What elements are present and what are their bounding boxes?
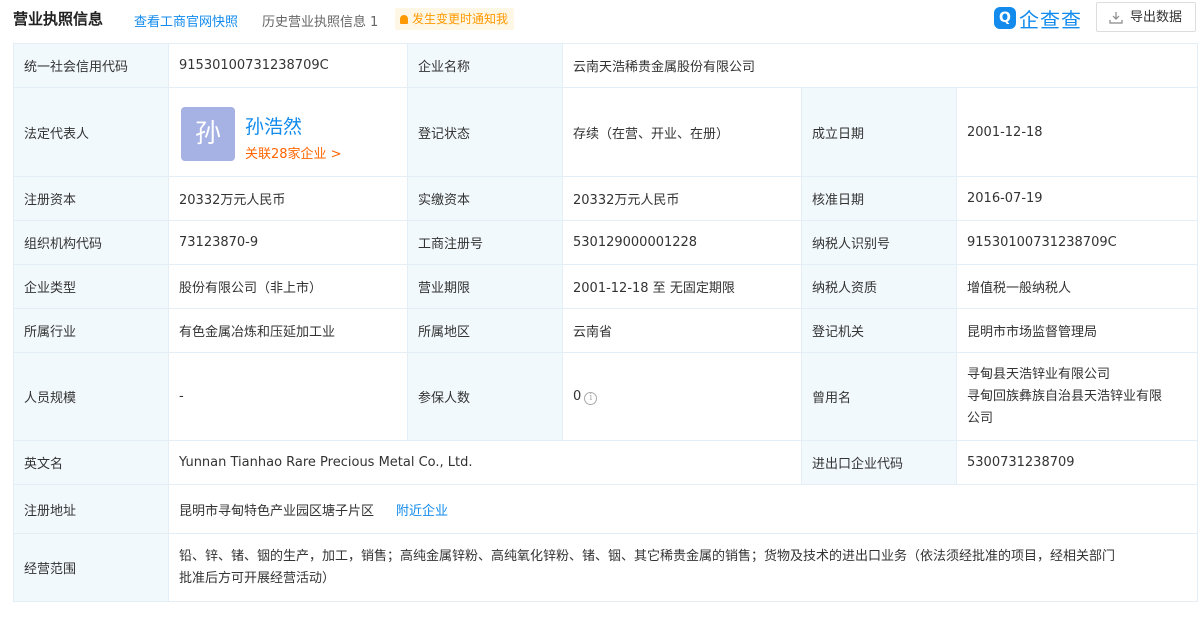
related-companies-link[interactable]: 关联28家企业 > — [245, 143, 342, 162]
gov-snapshot-link[interactable]: 查看工商官网快照 — [134, 11, 238, 30]
former-name-1: 寻甸县天浩锌业有限公司 — [967, 366, 1111, 382]
legal-rep-label: 法定代表人 — [13, 87, 169, 177]
reg-address-value: 昆明市寻甸特色产业园区塘子片区 — [179, 503, 375, 519]
former-name-2-cont: 公司 — [967, 410, 994, 426]
nearby-companies-link[interactable]: 附近企业 — [396, 504, 448, 519]
history-license-link[interactable]: 历史营业执照信息 1 — [262, 11, 378, 30]
reg-address-label: 注册地址 — [13, 484, 169, 534]
taxpayer-id-label: 纳税人识别号 — [801, 220, 957, 265]
license-info-table: 统一社会信用代码 91530100731238709C 企业名称 云南天浩稀贵金… — [13, 43, 1198, 602]
industry-value: 有色金属冶炼和压延加工业 — [168, 308, 408, 353]
former-name-label: 曾用名 — [801, 352, 957, 441]
download-icon — [1109, 12, 1123, 24]
paid-capital-value: 20332万元人民币 — [562, 176, 802, 221]
biz-term-value: 2001-12-18 至 无固定期限 — [562, 264, 802, 309]
org-code-value: 73123870-9 — [168, 220, 408, 265]
export-button[interactable]: 导出数据 — [1096, 2, 1196, 32]
notify-change-button[interactable]: 发生变更时通知我 — [395, 8, 515, 30]
paid-capital-label: 实缴资本 — [407, 176, 563, 221]
company-name-value: 云南天浩稀贵金属股份有限公司 — [562, 43, 1198, 88]
history-label: 历史营业执照信息 — [262, 15, 367, 30]
legal-rep-name[interactable]: 孙浩然 — [245, 112, 302, 139]
insured-label: 参保人数 — [407, 352, 563, 441]
avatar[interactable]: 孙 — [181, 107, 235, 161]
staff-size-value: - — [168, 352, 408, 441]
approve-date-label: 核准日期 — [801, 176, 957, 221]
credit-code-value: 91530100731238709C — [168, 43, 408, 88]
industry-label: 所属行业 — [13, 308, 169, 353]
export-label: 导出数据 — [1130, 10, 1183, 25]
reg-status-value: 存续（在营、开业、在册） — [562, 87, 802, 177]
table-row: 企业类型 股份有限公司（非上市） 营业期限 2001-12-18 至 无固定期限… — [13, 264, 1198, 309]
biz-term-label: 营业期限 — [407, 264, 563, 309]
company-type-value: 股份有限公司（非上市） — [168, 264, 408, 309]
table-row: 所属行业 有色金属冶炼和压延加工业 所属地区 云南省 登记机关 昆明市市场监督管… — [13, 308, 1198, 353]
taxpayer-qual-label: 纳税人资质 — [801, 264, 957, 309]
org-code-label: 组织机构代码 — [13, 220, 169, 265]
biz-scope-label: 经营范围 — [13, 533, 169, 602]
reg-status-label: 登记状态 — [407, 87, 563, 177]
region-value: 云南省 — [562, 308, 802, 353]
brand-name: 企查查 — [1019, 7, 1082, 32]
biz-scope-cell: 铅、锌、锗、铟的生产，加工，销售；高纯金属锌粉、高纯氧化锌粉、锗、铟、其它稀贵金… — [168, 533, 1198, 602]
header: 营业执照信息 查看工商官网快照 历史营业执照信息 1 发生变更时通知我 Q 企查查… — [0, 0, 1203, 40]
biz-reg-no-value: 530129000001228 — [562, 220, 802, 265]
brand-logo: Q 企查查 — [994, 4, 1082, 32]
import-export-code-value: 5300731238709 — [956, 440, 1198, 485]
reg-address-cell: 昆明市寻甸特色产业园区塘子片区 附近企业 — [168, 484, 1198, 534]
biz-scope-line-1: 铅、锌、锗、铟的生产，加工，销售；高纯金属锌粉、高纯氧化锌粉、锗、铟、其它稀贵金… — [179, 548, 1116, 564]
insured-value: 0 — [573, 388, 582, 404]
biz-scope-line-2: 批准后方可开展经营活动） — [179, 570, 336, 586]
table-row: 注册地址 昆明市寻甸特色产业园区塘子片区 附近企业 — [13, 484, 1198, 534]
table-row: 英文名 Yunnan Tianhao Rare Precious Metal C… — [13, 440, 1198, 485]
found-date-label: 成立日期 — [801, 87, 957, 177]
section-title: 营业执照信息 — [13, 10, 104, 28]
reg-capital-label: 注册资本 — [13, 176, 169, 221]
former-name-2: 寻甸回族彝族自治县天浩锌业有限 — [967, 388, 1163, 404]
reg-authority-label: 登记机关 — [801, 308, 957, 353]
found-date-value: 2001-12-18 — [956, 87, 1198, 177]
taxpayer-id-value: 91530100731238709C — [956, 220, 1198, 265]
approve-date-value: 2016-07-19 — [956, 176, 1198, 221]
reg-capital-value: 20332万元人民币 — [168, 176, 408, 221]
import-export-code-label: 进出口企业代码 — [801, 440, 957, 485]
region-label: 所属地区 — [407, 308, 563, 353]
table-row: 经营范围 铅、锌、锗、铟的生产，加工，销售；高纯金属锌粉、高纯氧化锌粉、锗、铟、… — [13, 533, 1198, 602]
table-row: 统一社会信用代码 91530100731238709C 企业名称 云南天浩稀贵金… — [13, 43, 1198, 88]
company-type-label: 企业类型 — [13, 264, 169, 309]
english-name-label: 英文名 — [13, 440, 169, 485]
english-name-value: Yunnan Tianhao Rare Precious Metal Co., … — [168, 440, 802, 485]
notify-label: 发生变更时通知我 — [412, 12, 509, 26]
company-name-label: 企业名称 — [407, 43, 563, 88]
credit-code-label: 统一社会信用代码 — [13, 43, 169, 88]
table-row: 注册资本 20332万元人民币 实缴资本 20332万元人民币 核准日期 201… — [13, 176, 1198, 221]
insured-cell: 0i — [562, 352, 802, 441]
info-icon[interactable]: i — [584, 391, 598, 405]
biz-reg-no-label: 工商注册号 — [407, 220, 563, 265]
table-row: 法定代表人 孙 孙浩然 关联28家企业 > 登记状态 存续（在营、开业、在册） … — [13, 87, 1198, 177]
table-row: 组织机构代码 73123870-9 工商注册号 530129000001228 … — [13, 220, 1198, 265]
former-name-cell: 寻甸县天浩锌业有限公司 寻甸回族彝族自治县天浩锌业有限 公司 — [956, 352, 1198, 441]
legal-rep-cell: 孙 孙浩然 关联28家企业 > — [168, 87, 408, 177]
reg-authority-value: 昆明市市场监督管理局 — [956, 308, 1198, 353]
history-count: 1 — [370, 15, 379, 30]
table-row: 人员规模 - 参保人数 0i 曾用名 寻甸县天浩锌业有限公司 寻甸回族彝族自治县… — [13, 352, 1198, 441]
qcc-logo-icon: Q — [994, 7, 1016, 29]
bell-icon — [400, 15, 408, 24]
staff-size-label: 人员规模 — [13, 352, 169, 441]
taxpayer-qual-value: 增值税一般纳税人 — [956, 264, 1198, 309]
